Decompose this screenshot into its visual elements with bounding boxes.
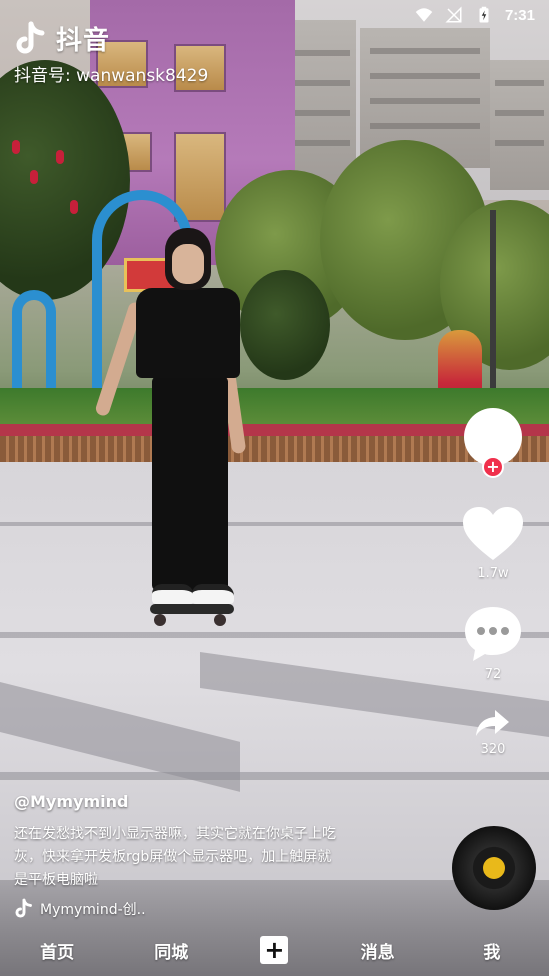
skater-shoe (192, 584, 234, 604)
watermark-app-name: 抖音 (56, 26, 111, 56)
skater-legs (152, 376, 228, 591)
music-disc[interactable] (452, 826, 536, 910)
music-info[interactable]: Mymymind-创.. (14, 898, 344, 920)
music-note-icon (15, 898, 32, 918)
watermark-user-id: 抖音号: wanwansk8429 (14, 66, 209, 86)
background-building (286, 20, 356, 190)
tree (240, 270, 330, 380)
tab-nearby[interactable]: 同城 (146, 938, 196, 963)
blue-arch (12, 290, 56, 390)
share-arrow-icon (476, 710, 509, 736)
lantern (12, 140, 20, 154)
tab-messages[interactable]: 消息 (353, 938, 403, 963)
like-count: 1.7w (477, 566, 509, 581)
heart-icon (463, 507, 523, 560)
skater-shoe (152, 584, 194, 604)
wifi-icon (415, 8, 433, 22)
signal-off-icon (445, 6, 462, 23)
skateboard-wheel (154, 614, 166, 626)
douyin-watermark: 抖音 抖音号: wanwansk8429 (14, 20, 208, 86)
comment-button[interactable]: 72 (463, 605, 523, 682)
lantern (56, 150, 64, 164)
comment-count: 72 (484, 667, 502, 682)
tab-home[interactable]: 首页 (32, 938, 82, 963)
comment-icon (465, 607, 521, 661)
like-button[interactable]: 1.7w (462, 506, 524, 581)
background-building (490, 60, 549, 190)
create-post-button[interactable]: + (260, 936, 289, 964)
skater-face (172, 244, 204, 284)
post-caption: @Mymymind 还在发愁找不到小显示器嘛，其实它就在你桌子上吃灰，快来拿开发… (14, 792, 344, 920)
douyin-logo-icon (16, 21, 45, 53)
skater-shirt (136, 288, 240, 378)
clock: 7:31 (504, 6, 535, 24)
tab-me[interactable]: 我 (467, 938, 517, 963)
music-title: Mymymind-创.. (40, 902, 146, 918)
post-description: 还在发愁找不到小显示器嘛，其实它就在你桌子上吃灰，快来拿开发板rgb屏做个显示器… (14, 826, 336, 888)
disc-center (483, 857, 505, 879)
skateboard (150, 604, 234, 614)
author-handle[interactable]: @Mymymind (14, 792, 344, 811)
lamp-post (490, 210, 496, 400)
author-avatar[interactable]: + (464, 408, 522, 478)
action-rail: + 1.7w 72 320 (462, 408, 524, 757)
battery-charging-icon (479, 6, 489, 23)
lantern (30, 170, 38, 184)
lantern (70, 200, 78, 214)
share-count: 320 (480, 742, 506, 757)
follow-button[interactable]: + (482, 456, 504, 478)
share-button[interactable]: 320 (475, 708, 511, 757)
bottom-tab-bar: 首页 同城 + 消息 我 (0, 924, 549, 976)
skateboard-wheel (214, 614, 226, 626)
